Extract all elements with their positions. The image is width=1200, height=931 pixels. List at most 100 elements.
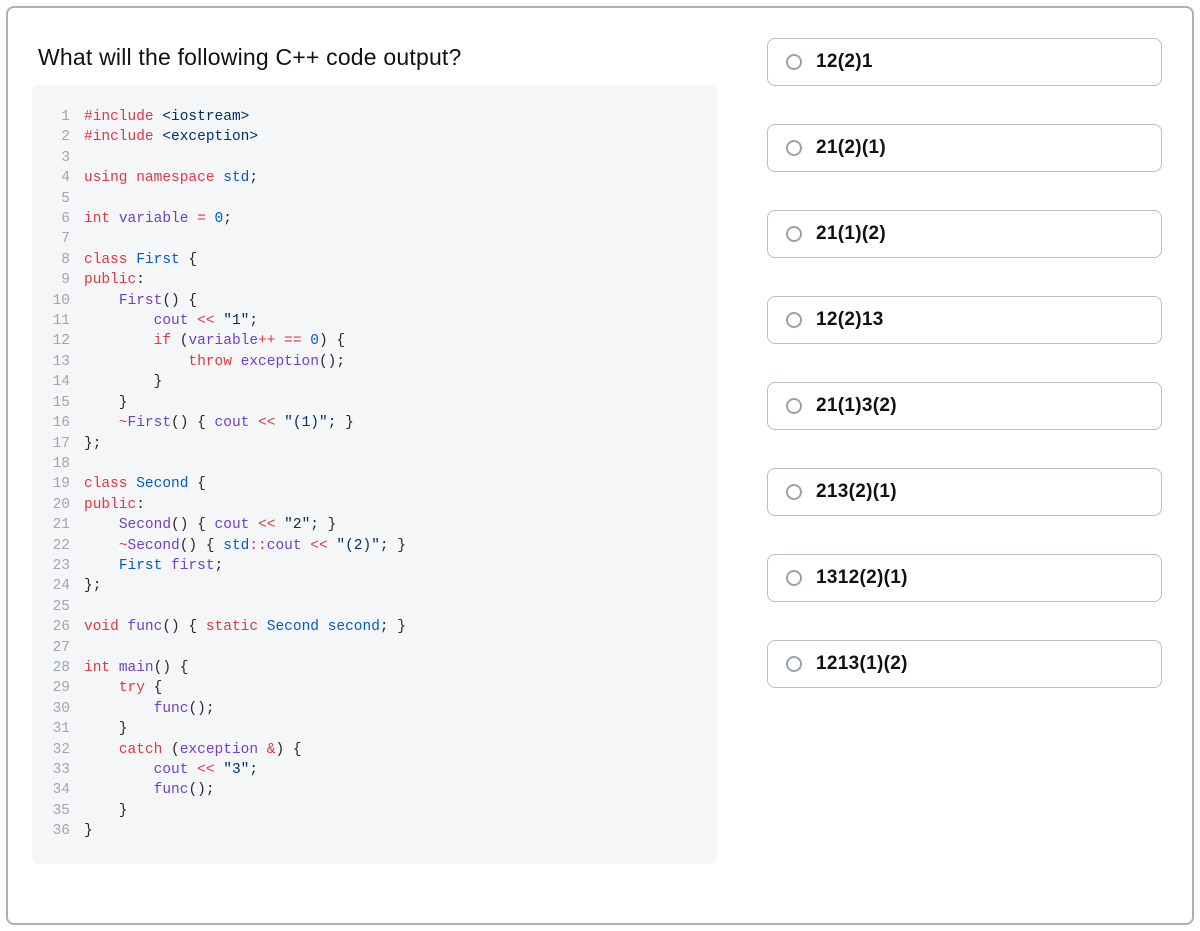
line-number: 13 bbox=[42, 352, 70, 372]
line-number: 17 bbox=[42, 434, 70, 454]
line-number: 7 bbox=[42, 229, 70, 249]
line-number: 36 bbox=[42, 821, 70, 841]
code-content bbox=[84, 148, 93, 168]
code-content: #include <iostream> bbox=[84, 107, 249, 127]
code-content: int main() { bbox=[84, 658, 188, 678]
answer-option-6[interactable]: 213(2)(1) bbox=[767, 468, 1162, 516]
code-content: if (variable++ == 0) { bbox=[84, 331, 345, 351]
question-text: What will the following C++ code output? bbox=[38, 44, 717, 71]
code-content bbox=[84, 454, 93, 474]
radio-icon bbox=[786, 140, 802, 156]
line-number: 28 bbox=[42, 658, 70, 678]
answer-options: 12(2)1 21(2)(1) 21(1)(2) 12(2)13 21(1)3(… bbox=[767, 38, 1162, 893]
answer-option-2[interactable]: 21(2)(1) bbox=[767, 124, 1162, 172]
quiz-frame: What will the following C++ code output?… bbox=[6, 6, 1194, 925]
answer-option-5[interactable]: 21(1)3(2) bbox=[767, 382, 1162, 430]
line-number: 26 bbox=[42, 617, 70, 637]
code-content: }; bbox=[84, 434, 101, 454]
radio-icon bbox=[786, 570, 802, 586]
line-number: 18 bbox=[42, 454, 70, 474]
line-number: 29 bbox=[42, 678, 70, 698]
code-content: class Second { bbox=[84, 474, 206, 494]
line-number: 34 bbox=[42, 780, 70, 800]
answer-option-1[interactable]: 12(2)1 bbox=[767, 38, 1162, 86]
code-content: public: bbox=[84, 495, 145, 515]
line-number: 35 bbox=[42, 801, 70, 821]
line-number: 23 bbox=[42, 556, 70, 576]
line-number: 9 bbox=[42, 270, 70, 290]
answer-option-7[interactable]: 1312(2)(1) bbox=[767, 554, 1162, 602]
code-content: class First { bbox=[84, 250, 197, 270]
radio-icon bbox=[786, 54, 802, 70]
line-number: 25 bbox=[42, 597, 70, 617]
radio-icon bbox=[786, 656, 802, 672]
option-label: 1213(1)(2) bbox=[816, 653, 908, 675]
code-content: public: bbox=[84, 270, 145, 290]
option-label: 213(2)(1) bbox=[816, 481, 897, 503]
option-label: 12(2)1 bbox=[816, 51, 873, 73]
option-label: 21(2)(1) bbox=[816, 137, 886, 159]
code-content: int variable = 0; bbox=[84, 209, 232, 229]
line-number: 11 bbox=[42, 311, 70, 331]
code-content: func(); bbox=[84, 780, 215, 800]
line-number: 22 bbox=[42, 536, 70, 556]
code-content: First first; bbox=[84, 556, 223, 576]
line-number: 14 bbox=[42, 372, 70, 392]
option-label: 21(1)(2) bbox=[816, 223, 886, 245]
line-number: 16 bbox=[42, 413, 70, 433]
code-content bbox=[84, 638, 93, 658]
code-content bbox=[84, 189, 93, 209]
question-panel: What will the following C++ code output?… bbox=[32, 38, 717, 893]
code-content: ~First() { cout << "(1)"; } bbox=[84, 413, 354, 433]
code-content: } bbox=[84, 801, 128, 821]
line-number: 10 bbox=[42, 291, 70, 311]
line-number: 2 bbox=[42, 127, 70, 147]
code-content: } bbox=[84, 719, 128, 739]
radio-icon bbox=[786, 484, 802, 500]
code-content: void func() { static Second second; } bbox=[84, 617, 406, 637]
code-content: using namespace std; bbox=[84, 168, 258, 188]
option-label: 21(1)3(2) bbox=[816, 395, 897, 417]
answer-option-3[interactable]: 21(1)(2) bbox=[767, 210, 1162, 258]
code-content bbox=[84, 229, 93, 249]
code-content bbox=[84, 597, 93, 617]
code-content: } bbox=[84, 821, 93, 841]
line-number: 21 bbox=[42, 515, 70, 535]
code-content: } bbox=[84, 393, 128, 413]
answer-option-4[interactable]: 12(2)13 bbox=[767, 296, 1162, 344]
line-number: 31 bbox=[42, 719, 70, 739]
code-content: First() { bbox=[84, 291, 197, 311]
code-content: ~Second() { std::cout << "(2)"; } bbox=[84, 536, 406, 556]
line-number: 27 bbox=[42, 638, 70, 658]
line-number: 30 bbox=[42, 699, 70, 719]
line-number: 33 bbox=[42, 760, 70, 780]
line-number: 5 bbox=[42, 189, 70, 209]
line-number: 6 bbox=[42, 209, 70, 229]
radio-icon bbox=[786, 226, 802, 242]
option-label: 1312(2)(1) bbox=[816, 567, 908, 589]
code-content: }; bbox=[84, 576, 101, 596]
code-content: catch (exception &) { bbox=[84, 740, 302, 760]
line-number: 24 bbox=[42, 576, 70, 596]
line-number: 12 bbox=[42, 331, 70, 351]
option-label: 12(2)13 bbox=[816, 309, 884, 331]
line-number: 19 bbox=[42, 474, 70, 494]
code-content: func(); bbox=[84, 699, 215, 719]
line-number: 15 bbox=[42, 393, 70, 413]
line-number: 32 bbox=[42, 740, 70, 760]
radio-icon bbox=[786, 398, 802, 414]
code-content: cout << "3"; bbox=[84, 760, 258, 780]
code-content: try { bbox=[84, 678, 162, 698]
line-number: 1 bbox=[42, 107, 70, 127]
line-number: 4 bbox=[42, 168, 70, 188]
code-content: Second() { cout << "2"; } bbox=[84, 515, 336, 535]
line-number: 8 bbox=[42, 250, 70, 270]
code-content: cout << "1"; bbox=[84, 311, 258, 331]
radio-icon bbox=[786, 312, 802, 328]
line-number: 3 bbox=[42, 148, 70, 168]
code-content: throw exception(); bbox=[84, 352, 345, 372]
answer-option-8[interactable]: 1213(1)(2) bbox=[767, 640, 1162, 688]
line-number: 20 bbox=[42, 495, 70, 515]
code-content: #include <exception> bbox=[84, 127, 258, 147]
code-block: 1 #include <iostream> 2 #include <exceptio… bbox=[32, 85, 717, 864]
